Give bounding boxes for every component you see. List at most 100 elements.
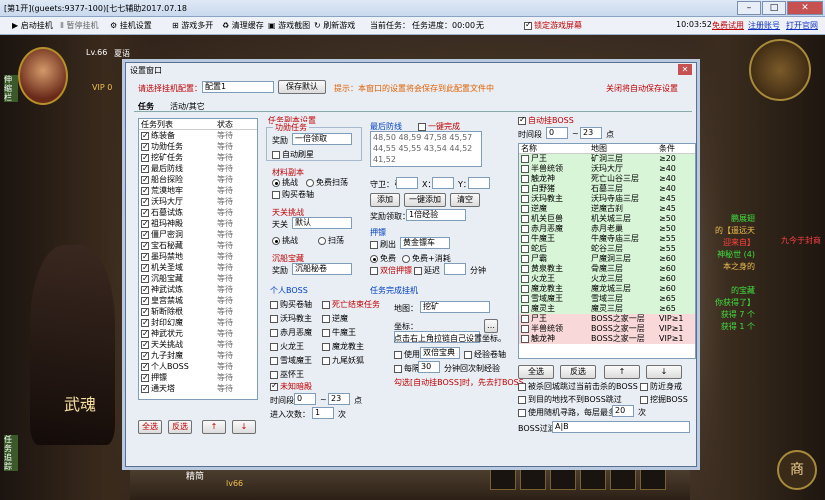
minimap[interactable] — [749, 39, 811, 101]
every-interval-input[interactable]: 30 — [418, 361, 440, 373]
dig-to-select[interactable]: 23 — [328, 393, 350, 405]
unknown-hall-checkbox[interactable]: 未知暗殿 — [270, 381, 312, 392]
last-line-reward-select[interactable]: 1倍经验 — [406, 209, 466, 221]
official-site-link[interactable]: 打开官网 — [786, 20, 818, 31]
boss-row[interactable]: 触龙神 死亡山谷三层 ≥40 — [519, 174, 695, 184]
personal-boss-checkbox[interactable]: 魔龙教主 — [322, 341, 364, 352]
boss-row[interactable]: 黄泉教主 骨魔三层 ≥60 — [519, 264, 695, 274]
free-trial-link[interactable]: 免费试用 — [712, 20, 744, 31]
skill-slot[interactable] — [610, 464, 636, 490]
boss-row[interactable]: 半兽统领 BOSS之家一层 VIP≥1 — [519, 324, 695, 334]
auto-boss-checkbox[interactable]: 自动挂BOSS — [518, 115, 574, 126]
player-portrait[interactable] — [18, 47, 68, 105]
task-row[interactable]: 天关挑战 等待 — [139, 339, 257, 350]
task-select-all-button[interactable]: 全选 — [138, 420, 162, 434]
boss-up-button[interactable]: ↑ — [604, 365, 640, 379]
dig-boss-checkbox[interactable]: 挖掘BOSS — [640, 394, 688, 405]
escort-free-radio[interactable]: 免费 — [370, 253, 396, 264]
task-row[interactable]: 九子封魔 等待 — [139, 350, 257, 361]
simplify-button[interactable]: 精简 — [186, 469, 204, 482]
use-double-checkbox[interactable]: 使用 — [394, 349, 420, 360]
boss-filter-input[interactable]: A|B — [552, 421, 690, 433]
personal-boss-checkbox[interactable]: 牛魔王 — [322, 327, 356, 338]
skip-not-found-checkbox[interactable]: 到目的地找不到BOSS跳过 — [518, 394, 622, 405]
personal-boss-checkbox[interactable]: 购买卷轴 — [270, 299, 312, 310]
task-row[interactable]: 最后防线 等待 — [139, 163, 257, 174]
boss-select-all-button[interactable]: 全选 — [518, 365, 554, 379]
every-checkbox[interactable]: 每隔 — [394, 363, 420, 374]
personal-boss-checkbox[interactable]: 逆魔 — [322, 313, 348, 324]
escort-delay-checkbox[interactable]: 延迟 — [414, 265, 440, 276]
clear-coords-button[interactable]: 清空 — [450, 193, 480, 207]
dialog-close-button[interactable]: ✕ — [678, 64, 692, 75]
boss-row[interactable]: 赤月恶魔 赤月老巢 ≥50 — [519, 224, 695, 234]
guard-select[interactable] — [396, 177, 418, 189]
boss-invert-button[interactable]: 反选 — [560, 365, 596, 379]
skill-slot[interactable] — [520, 464, 546, 490]
task-row[interactable]: 僵尸密洞 等待 — [139, 229, 257, 240]
skill-slot[interactable] — [550, 464, 576, 490]
buy-roll-checkbox[interactable]: 购买卷轴 — [272, 189, 314, 200]
clear-cache-button[interactable]: ♻ 清理缓存 — [222, 20, 264, 31]
boss-row[interactable]: 白野猪 石墓三层 ≥40 — [519, 184, 695, 194]
auto-refresh-checkbox[interactable]: 自动刷星 — [272, 149, 314, 160]
material-free-sweep-radio[interactable]: 免费扫荡 — [306, 177, 348, 188]
material-challenge-radio[interactable]: 挑战 — [272, 177, 298, 188]
skill-slot[interactable] — [490, 464, 516, 490]
personal-boss-checkbox[interactable]: 沃玛教主 — [270, 313, 312, 324]
boss-list[interactable]: 名称 地图 条件 尸王 矿洞三层 ≥20 半兽统领 沃玛大厅 ≥40 触龙神 死亡山谷三层 ≥4… — [518, 143, 696, 359]
exp-scroll-checkbox[interactable]: 经验卷轴 — [464, 349, 506, 360]
personal-boss-checkbox[interactable]: 巫怀王 — [270, 369, 304, 380]
refresh-game-button[interactable]: ↻ 刷新游戏 — [314, 20, 355, 31]
task-down-button[interactable]: ↓ — [232, 420, 256, 434]
task-list[interactable]: 任务列表 状态 练装备等待功勋任务等待挖矿任务等待最后防线等待船台探险等待荒漠地… — [138, 118, 258, 400]
hang-settings-button[interactable]: ⚙ 挂机设置 — [110, 20, 152, 31]
side-collapse-tab[interactable]: 伸缩栏 — [4, 75, 18, 102]
boss-row[interactable]: 蛇后 蛇谷三层 ≥55 — [519, 244, 695, 254]
boss-down-button[interactable]: ↓ — [646, 365, 682, 379]
task-row[interactable]: 封印幻魔 等待 — [139, 317, 257, 328]
finish-map-select[interactable]: 挖矿 — [420, 301, 490, 313]
personal-boss-checkbox[interactable]: 九尾妖狐 — [322, 355, 364, 366]
dig-from-select[interactable]: 0 — [294, 393, 316, 405]
register-link[interactable]: 注册账号 — [748, 20, 780, 31]
escort-delay-input[interactable] — [444, 263, 466, 275]
task-up-button[interactable]: ↑ — [202, 420, 226, 434]
task-row[interactable]: 石墓试炼 等待 — [139, 207, 257, 218]
task-row[interactable]: 荒漠地牢 等待 — [139, 185, 257, 196]
task-row[interactable]: 沃玛大厅 等待 — [139, 196, 257, 207]
task-row[interactable]: 押镖 等待 — [139, 372, 257, 383]
random-path-count[interactable]: 20 — [612, 405, 634, 417]
one-key-add-button[interactable]: 一键添加 — [404, 193, 446, 207]
boss-row[interactable]: 雪域魔王 雪域三层 ≥65 — [519, 294, 695, 304]
task-row[interactable]: 墨玛禁地 等待 — [139, 251, 257, 262]
boss-row[interactable]: 牛魔王 牛魔寺庙三层 ≥55 — [519, 234, 695, 244]
dig-times-input[interactable]: 1 — [312, 407, 334, 419]
shop-button[interactable]: 商 — [777, 450, 817, 490]
save-default-button[interactable]: 保存默认 — [278, 80, 326, 94]
personal-boss-checkbox[interactable]: 火龙王 — [270, 341, 304, 352]
double-item-select[interactable]: 双倍宝典 — [420, 347, 460, 359]
boss-row[interactable]: 沃玛教主 沃玛寺庙三层 ≥45 — [519, 194, 695, 204]
y-input[interactable] — [468, 177, 490, 189]
last-line-coords[interactable]: 48,50 48,59 47,58 45,57 44,55 45,55 43,5… — [370, 131, 482, 167]
personal-boss-checkbox[interactable]: 雪域魔王 — [270, 355, 312, 366]
tianguan-sweep-radio[interactable]: 扫荡 — [318, 235, 344, 246]
tianguan-select[interactable]: 默认 — [292, 217, 352, 229]
maximize-button[interactable]: □ — [762, 1, 786, 15]
config-select[interactable]: 配置1 — [202, 81, 274, 93]
boss-from-select[interactable]: 0 — [546, 127, 568, 139]
close-window-button[interactable]: ✕ — [787, 1, 823, 15]
task-row[interactable]: 练装备 等待 — [139, 130, 257, 141]
task-row[interactable]: 祖玛神殿 等待 — [139, 218, 257, 229]
pause-hang-button[interactable]: Ⅱ 暂停挂机 — [60, 20, 98, 31]
task-row[interactable]: 个人BOSS 等待 — [139, 361, 257, 372]
coord-picker-button[interactable]: … — [484, 319, 498, 333]
boss-row[interactable]: 尸王 BOSS之家一层 VIP≥1 — [519, 314, 695, 324]
boss-row[interactable]: 魔龙教主 魔龙城三层 ≥60 — [519, 284, 695, 294]
boss-row[interactable]: 机关巨兽 机关城三层 ≥50 — [519, 214, 695, 224]
task-row[interactable]: 功勋任务 等待 — [139, 141, 257, 152]
task-row[interactable]: 宝石秘藏 等待 — [139, 240, 257, 251]
multi-open-button[interactable]: ⊞ 游戏多开 — [172, 20, 213, 31]
task-row[interactable]: 通天塔 等待 — [139, 383, 257, 394]
